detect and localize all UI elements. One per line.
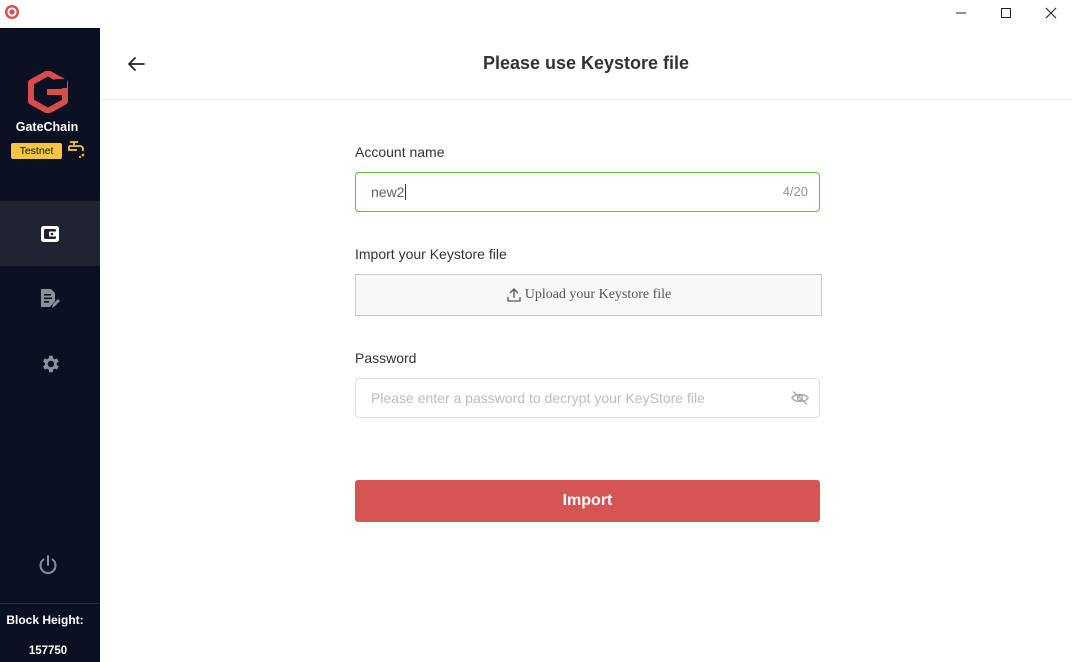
header-divider [100,99,1072,100]
text-caret [405,184,407,200]
sidebar: GateChain Testnet Block Height: 157750 [0,28,100,662]
block-height-label: Block Height: [6,613,84,627]
character-counter: 4/20 [782,184,808,199]
sidebar-divider [0,603,100,604]
faucet-icon[interactable] [67,139,85,159]
minimize-button[interactable] [938,0,984,26]
sidebar-item-documents[interactable] [0,266,100,331]
password-label: Password [355,350,417,366]
sidebar-item-settings[interactable] [0,331,100,396]
account-name-value: new2 [371,184,407,200]
power-icon[interactable] [36,553,60,577]
gear-icon [43,355,59,372]
import-button[interactable]: Import [355,480,820,522]
upload-icon [507,288,521,302]
account-name-label: Account name [355,144,445,160]
brand-name: GateChain [15,120,79,134]
eye-off-icon[interactable] [791,390,809,406]
page-title: Please use Keystore file [482,53,690,73]
gatechain-logo-icon [28,71,68,113]
window-titlebar [0,0,1072,28]
network-badge: Testnet [11,143,62,159]
upload-keystore-button[interactable]: Upload your Keystore file [355,274,822,316]
minimize-icon [956,12,966,14]
wallet-icon [41,225,59,242]
password-input[interactable]: Please enter a password to decrypt your … [355,378,820,418]
block-height-value: 157750 [28,645,68,657]
account-name-input[interactable]: new2 4/20 [355,172,820,212]
upload-label: Upload your Keystore file [524,287,672,302]
sidebar-item-wallet[interactable] [0,201,100,266]
maximize-button[interactable] [983,0,1029,26]
maximize-icon [1001,8,1011,18]
password-placeholder: Please enter a password to decrypt your … [371,390,705,406]
close-icon [1045,7,1057,19]
keystore-label: Import your Keystore file [355,246,507,262]
close-button[interactable] [1028,0,1072,26]
app-logo-icon [5,5,19,19]
document-edit-icon [41,288,60,308]
